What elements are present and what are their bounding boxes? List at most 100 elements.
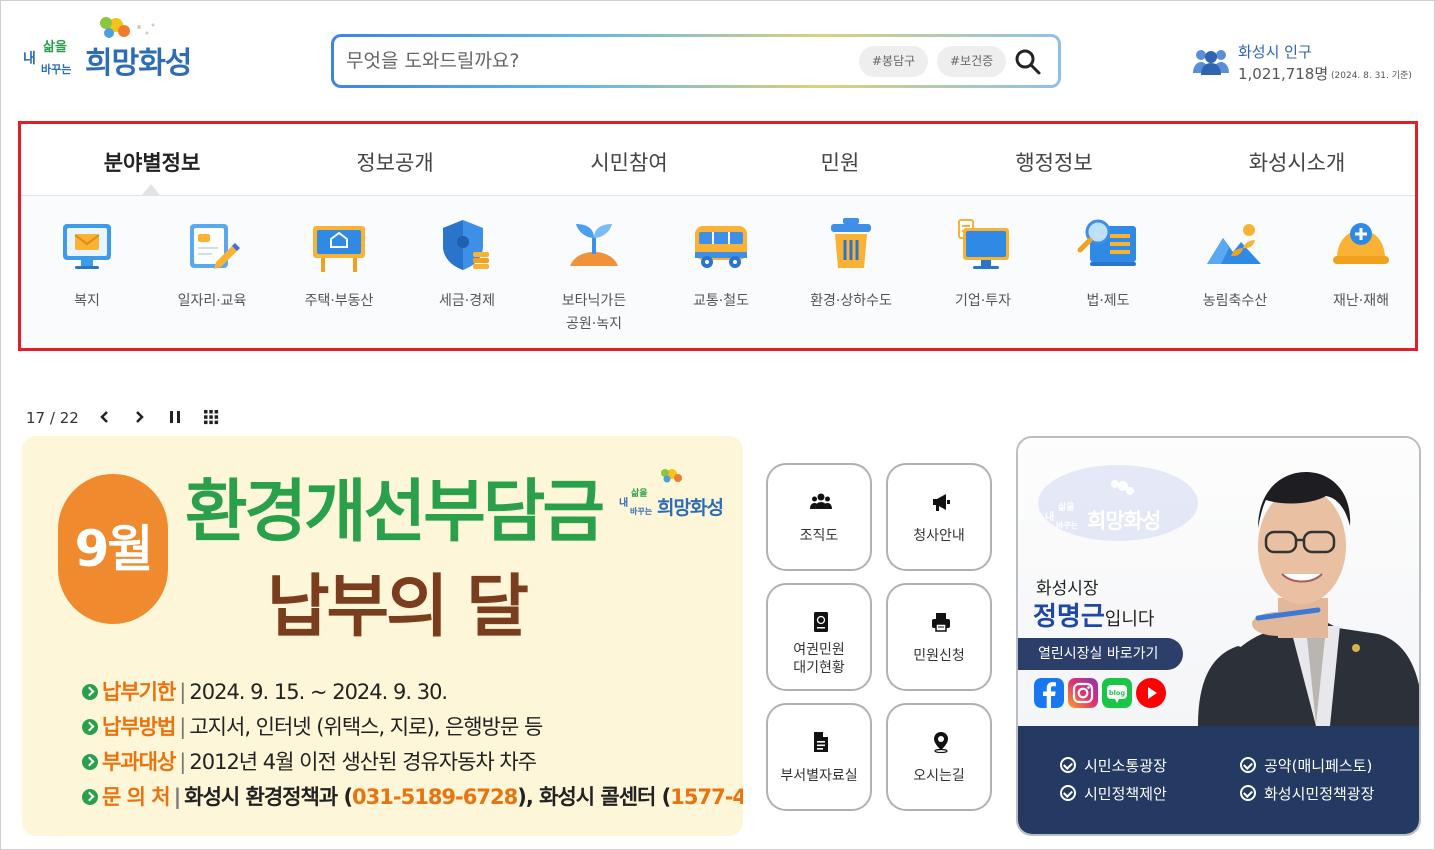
- quick-link-passport-wait[interactable]: 여권민원 대기현황: [766, 583, 872, 691]
- mayor-links: 시민소통광장 공약(매니페스토) 시민정책제안 화성시민정책광장: [1018, 726, 1419, 834]
- search-input[interactable]: [346, 45, 846, 77]
- search-document-icon: [1077, 219, 1136, 266]
- mayor-name: 정명근: [1033, 602, 1105, 632]
- quick-link-civil-request[interactable]: 민원신청: [886, 583, 992, 691]
- quick-link-label: 오시는길: [913, 768, 965, 784]
- row-text: 고지서, 인터넷 (위택스, 지로), 은행방문 등: [189, 715, 543, 739]
- population-label: 화성시 인구: [1238, 43, 1312, 61]
- check-circle-icon: [1240, 757, 1256, 773]
- mayor-link-policy-proposal[interactable]: 시민정책제안: [1060, 783, 1167, 804]
- mayor-name-suffix: 입니다: [1104, 609, 1155, 630]
- blog-icon[interactable]: blog: [1102, 678, 1132, 708]
- svg-text:삶을: 삶을: [631, 487, 648, 499]
- mayor-link-manifesto[interactable]: 공약(매니페스토): [1240, 755, 1372, 776]
- arrow-bullet-icon: [82, 684, 98, 700]
- row-text: ), 화성시 콜센터 (: [517, 785, 671, 809]
- mayor-photo: [1198, 472, 1419, 726]
- mayor-panel-top: 내 삶을 바꾸는 희망화성 화성시장 정명근입니다 열린시장실 바로가기 blo…: [1018, 438, 1419, 726]
- svg-text:내: 내: [619, 496, 628, 509]
- quick-link-label: 조직도: [799, 528, 839, 544]
- printer-icon: [932, 613, 950, 632]
- tab-admin-info[interactable]: 행정정보: [1015, 147, 1092, 177]
- svg-text:희망화성: 희망화성: [85, 46, 191, 81]
- tab-citizen-participation[interactable]: 시민참여: [590, 147, 667, 177]
- mayor-link-label: 공약(매니페스토): [1264, 757, 1373, 775]
- slider-controls: 17 / 22: [26, 406, 226, 430]
- category-label: 보타닉가든: [561, 293, 627, 309]
- map-pin-icon: [934, 732, 948, 753]
- svg-text:바꾸는: 바꾸는: [41, 62, 71, 76]
- check-circle-icon: [1240, 785, 1256, 801]
- banner-month: 9월: [58, 474, 168, 624]
- mayor-panel: 내 삶을 바꾸는 희망화성 화성시장 정명근입니다 열린시장실 바로가기 blo…: [1016, 436, 1421, 836]
- category-business-investment[interactable]: 기업·투자: [928, 214, 1038, 313]
- mayor-link-label: 화성시민정책광장: [1264, 785, 1375, 803]
- search-icon[interactable]: [1014, 48, 1042, 76]
- tab-civil-service[interactable]: 민원: [821, 147, 860, 177]
- svg-text:내: 내: [23, 51, 36, 67]
- category-housing[interactable]: 주택·부동산: [284, 214, 394, 313]
- row-text: 2012년 4월 이전 생산된 경유자동차 차주: [189, 750, 537, 774]
- people-icon: [810, 493, 832, 509]
- facebook-icon[interactable]: [1034, 678, 1064, 708]
- quick-link-label: 부서별자료실: [780, 768, 858, 784]
- category-law-system[interactable]: 법·제도: [1053, 214, 1163, 313]
- banner-title-line2: 납부의 달: [267, 568, 529, 647]
- shield-coin-icon: [443, 220, 489, 270]
- banner-row-method: 납부방법 | 고지서, 인터넷 (위택스, 지로), 은행방문 등: [82, 711, 543, 741]
- quick-link-dept-archive[interactable]: 부서별자료실: [766, 703, 872, 811]
- banner-logo: 내 삶을 바꾸는 희망화성: [619, 469, 724, 519]
- category-label: 세금·경제: [439, 293, 495, 309]
- category-welfare[interactable]: 복지: [32, 214, 142, 313]
- mayor-link-citizen-plaza[interactable]: 시민소통광장: [1060, 755, 1167, 776]
- arrow-bullet-icon: [82, 754, 98, 770]
- quick-link-org-chart[interactable]: 조직도: [766, 463, 872, 571]
- slide-separator: /: [49, 409, 55, 427]
- grid-view-icon[interactable]: [202, 408, 220, 426]
- search-bar: #봉담구 #보건증: [331, 34, 1061, 88]
- mayor-link-label: 시민소통광장: [1084, 757, 1167, 775]
- label-line1: 여권민원: [793, 642, 845, 658]
- row-tag: 문 의 처: [102, 785, 171, 809]
- svg-text:바꾸는: 바꾸는: [1056, 520, 1079, 530]
- next-arrow-icon[interactable]: [130, 408, 148, 426]
- tab-field-info[interactable]: 분야별정보: [104, 147, 201, 177]
- document-icon: [814, 732, 828, 752]
- svg-text:삶을: 삶을: [43, 39, 67, 55]
- row-tag: 납부방법: [102, 715, 176, 739]
- main-banner-slide[interactable]: 9월 환경개선부담금 납부의 달 내 삶을 바꾸는 희망화성 납부기한 | 2024…: [22, 436, 743, 836]
- quick-link-directions[interactable]: 오시는길: [886, 703, 992, 811]
- search-tag-bongdam[interactable]: #봉담구: [859, 46, 929, 77]
- main-navigation: 분야별정보 정보공개 시민참여 민원 행정정보 화성시소개 복지 일자리·교육 …: [18, 121, 1418, 351]
- monitor-mail-icon: [63, 224, 111, 269]
- category-label: 주택·부동산: [304, 293, 374, 309]
- row-tag: 납부기한: [102, 680, 176, 704]
- mayor-link-policy-plaza[interactable]: 화성시민정책광장: [1240, 783, 1374, 804]
- search-tag-health-cert[interactable]: #보건증: [937, 46, 1007, 77]
- youtube-icon[interactable]: [1136, 678, 1166, 708]
- category-botanic-parks[interactable]: 보타닉가든 공원·녹지: [539, 214, 649, 336]
- category-jobs-education[interactable]: 일자리·교육: [157, 214, 267, 313]
- category-label: 복지: [74, 293, 100, 309]
- svg-text:희망화성: 희망화성: [657, 497, 723, 519]
- pause-icon[interactable]: [166, 408, 184, 426]
- category-agriculture-fishery[interactable]: 농림축수산: [1180, 214, 1290, 313]
- population-icon: [1193, 50, 1229, 75]
- open-mayor-office-link[interactable]: 열린시장실 바로가기: [1018, 638, 1183, 670]
- prev-arrow-icon[interactable]: [96, 408, 114, 426]
- sprout-icon: [570, 224, 618, 266]
- tab-info-disclosure[interactable]: 정보공개: [356, 147, 433, 177]
- site-logo[interactable]: 내 삶을 바꾸는 희망화성: [21, 15, 216, 91]
- page: { "header": { "logo_text": "내 삶을 바꾸는 희망화…: [0, 0, 1435, 850]
- category-environment-water[interactable]: 환경·상하수도: [796, 214, 906, 313]
- quick-link-building-guide[interactable]: 청사안내: [886, 463, 992, 571]
- category-disaster[interactable]: 재난·재해: [1306, 214, 1416, 313]
- category-transport-rail[interactable]: 교통·철도: [666, 214, 776, 313]
- phone-number: 031-5189-6728: [352, 785, 518, 809]
- instagram-icon[interactable]: [1068, 678, 1098, 708]
- bus-icon: [695, 226, 747, 268]
- active-tab-caret: [142, 184, 160, 195]
- category-tax-economy[interactable]: 세금·경제: [412, 214, 522, 313]
- category-label: 교통·철도: [693, 293, 749, 309]
- tab-about-hwaseong[interactable]: 화성시소개: [1249, 147, 1346, 177]
